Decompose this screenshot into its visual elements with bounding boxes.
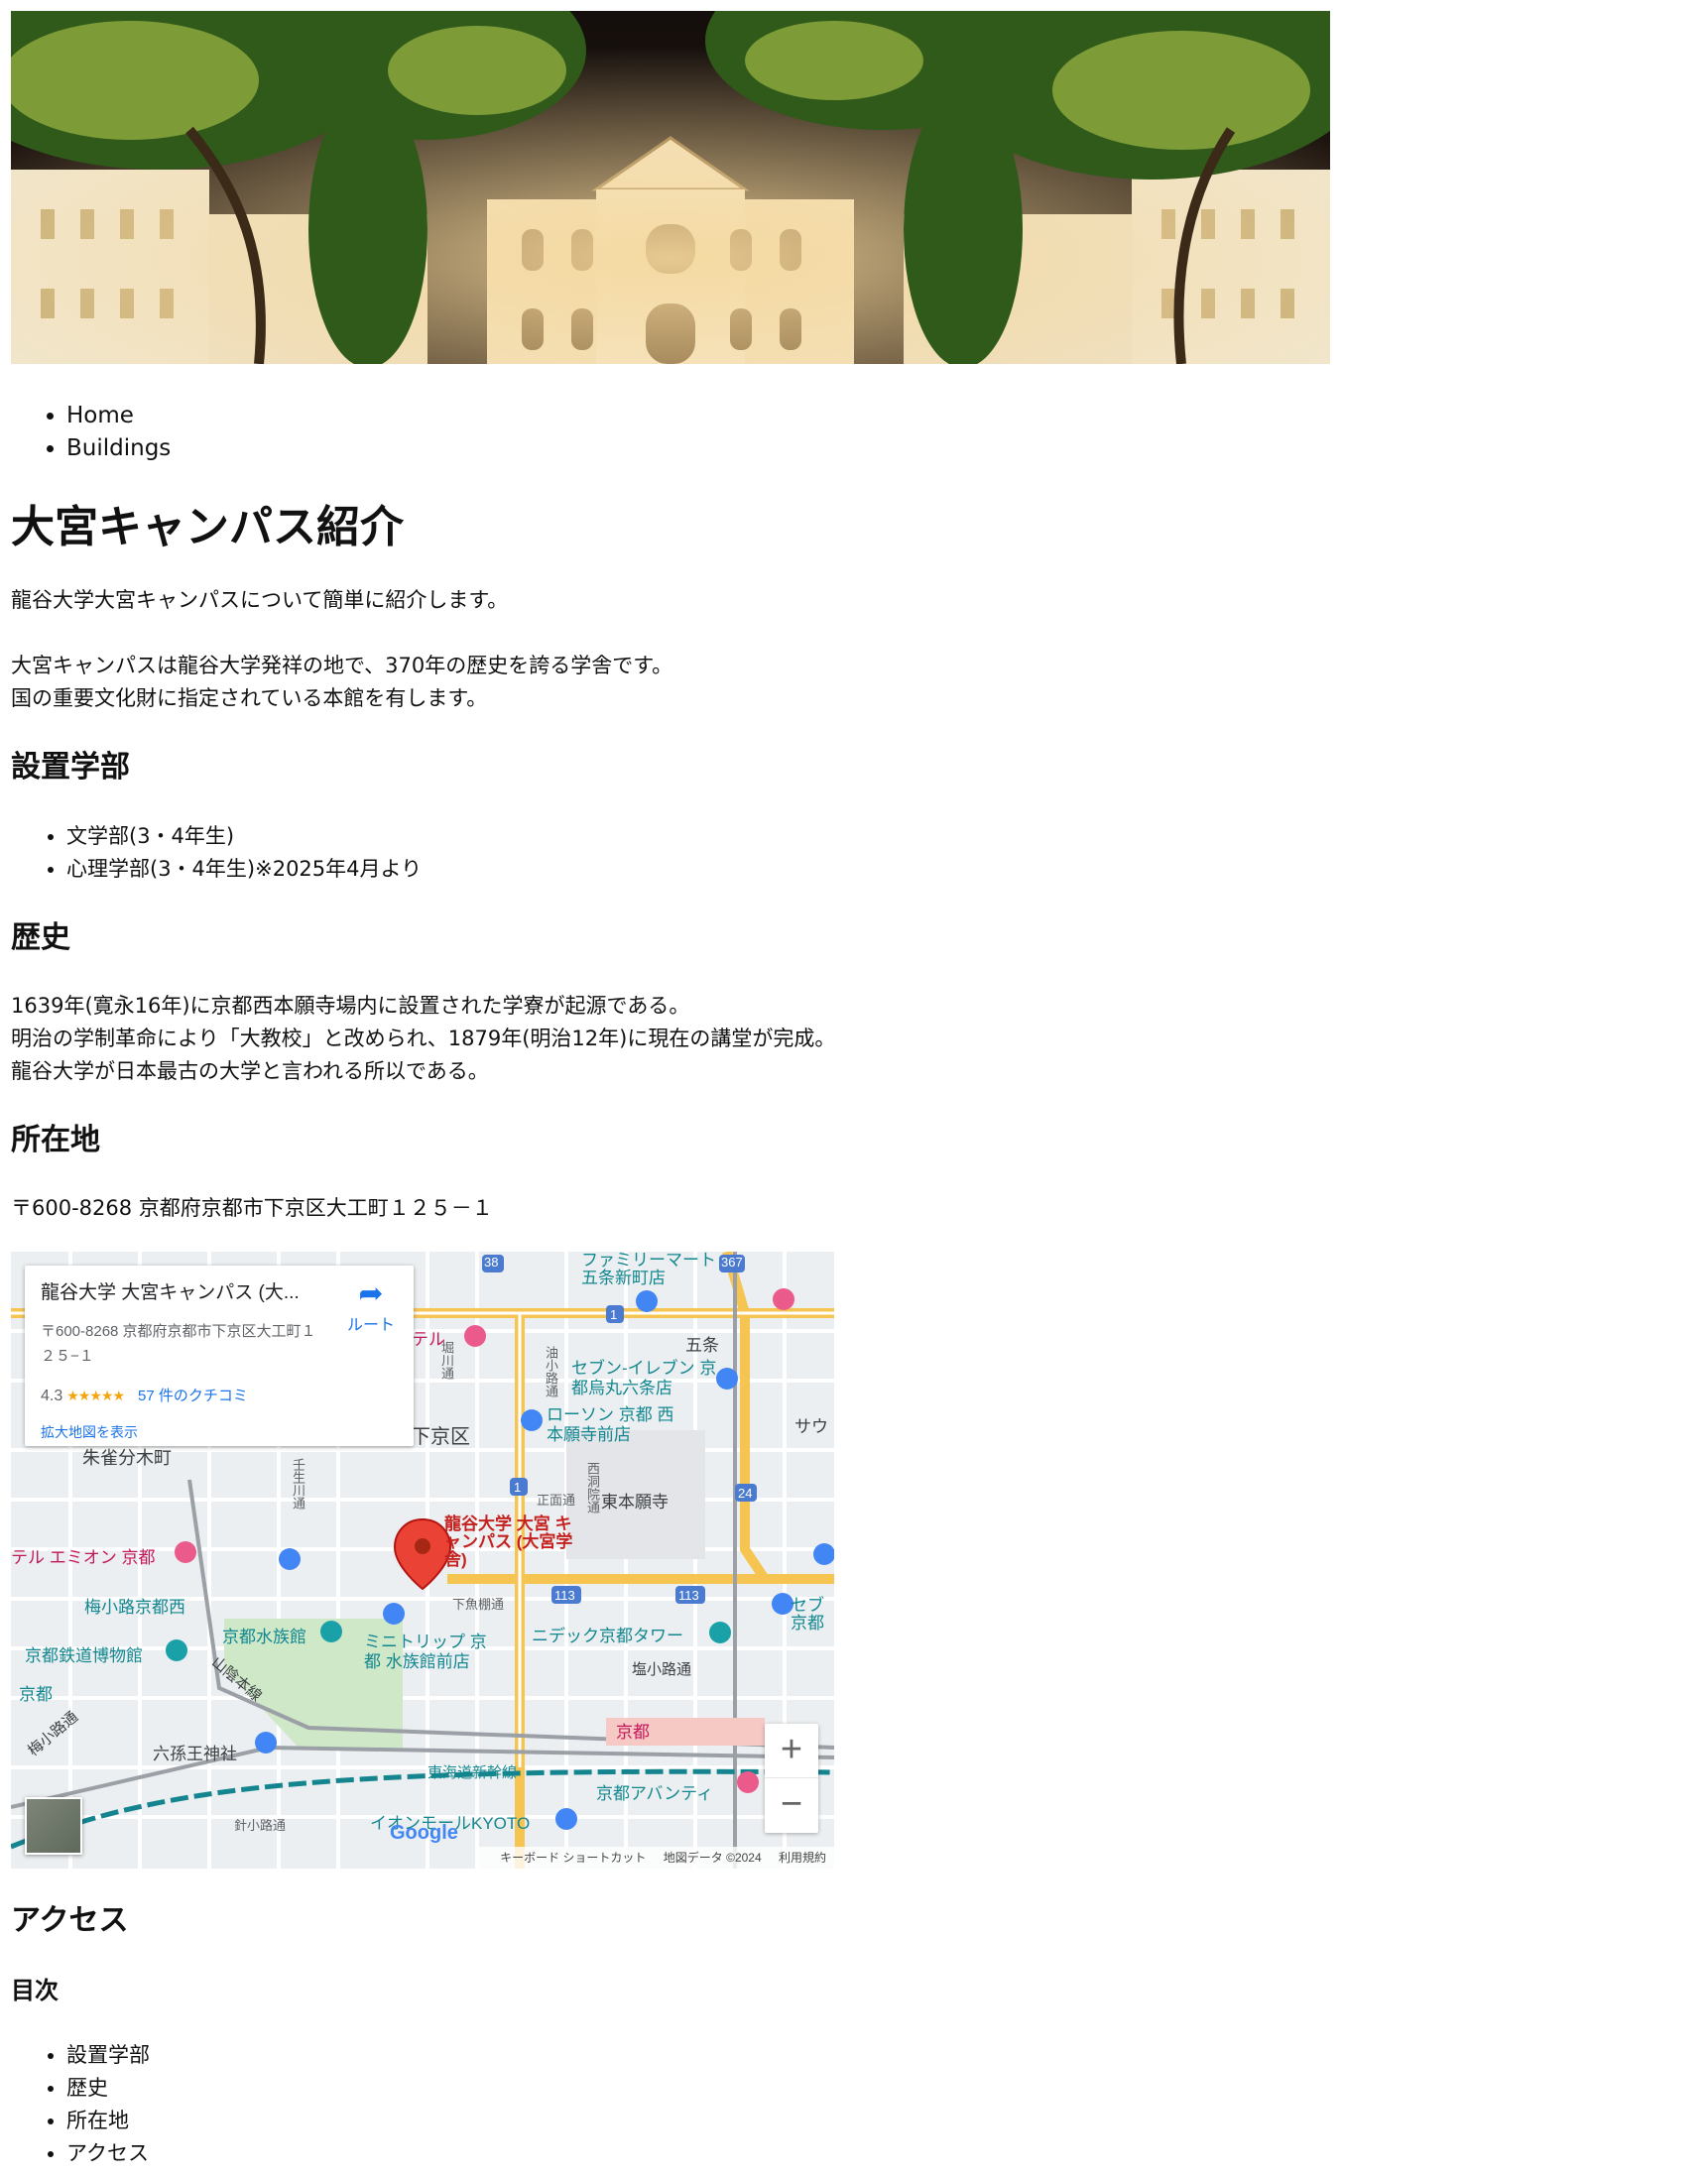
history-line: 明治の学制革命により「大教校」と改められ、1879年(明治12年)に現在の講堂が… xyxy=(11,1027,836,1050)
toc-item[interactable]: 所在地 xyxy=(66,2105,1697,2137)
location-heading: 所在地 xyxy=(11,1123,100,1157)
toc-link[interactable]: 所在地 xyxy=(66,2109,129,2132)
map-label: 京都 xyxy=(616,1723,650,1742)
map-label: 下京区 xyxy=(411,1426,470,1448)
map-label: ローソン 京都 西本願寺前店 xyxy=(547,1405,674,1444)
map-label: 針小路通 xyxy=(234,1818,287,1833)
map-label: 京都鉄道博物館 xyxy=(25,1646,143,1665)
intro-line: 国の重要文化財に指定されている本館を有します。 xyxy=(11,686,488,710)
toc-link[interactable]: 歴史 xyxy=(66,2076,108,2100)
map-label: 梅小路京都西 xyxy=(84,1598,185,1617)
toc-heading: 目次 xyxy=(11,1977,59,2004)
access-heading: アクセス xyxy=(11,1903,129,1938)
hero-image xyxy=(11,11,1330,364)
map-label: 塩小路通 xyxy=(632,1661,692,1678)
map-data-credit: 地図データ ©2024 xyxy=(663,1851,762,1865)
place-name: 龍谷大学 大宮キャンパス (大... xyxy=(41,1282,300,1303)
directions-icon: ➦ xyxy=(358,1277,384,1310)
route-label: ルート xyxy=(346,1317,395,1334)
history-line: 1639年(寛永16年)に京都西本願寺場内に設置された学寮が起源である。 xyxy=(11,994,690,1018)
map-label: 東本願寺 xyxy=(601,1493,669,1512)
toc-item[interactable]: アクセス xyxy=(66,2137,1697,2170)
map-label: 京都 xyxy=(19,1685,53,1704)
zoom-in-button[interactable]: + xyxy=(765,1724,818,1777)
route-shield-label: 113 xyxy=(678,1588,699,1603)
satellite-toggle[interactable] xyxy=(25,1797,82,1855)
intro-paragraph: 大宮キャンパスは龍谷大学発祥の地で、370年の歴史を誇る学舎です。 国の重要文化… xyxy=(11,650,1697,715)
map-label: 堀川通 xyxy=(439,1341,454,1380)
map-pin-label: 龍谷大学 大宮 キャンパス (大宮学舎) xyxy=(444,1514,573,1569)
route-shield-label: 38 xyxy=(484,1255,499,1270)
toc-item[interactable]: 歴史 xyxy=(66,2072,1697,2105)
faculties-heading: 設置学部 xyxy=(11,750,130,785)
toc-link[interactable]: アクセス xyxy=(66,2141,149,2165)
address-text: 〒600-8268 京都府京都市下京区大工町１２５－１ xyxy=(11,1196,493,1220)
breadcrumb-item[interactable]: Home xyxy=(66,400,1697,432)
breadcrumb: Home Buildings xyxy=(11,400,1697,465)
terms-link[interactable]: 利用規約 xyxy=(779,1851,826,1865)
enlarge-map-link[interactable]: 拡大地図を表示 xyxy=(41,1422,138,1442)
map-label: ミニトリップ 京都 水族館前店 xyxy=(364,1633,487,1671)
toc-list: 設置学部 歴史 所在地 アクセス xyxy=(11,2039,1697,2170)
toc-link[interactable]: 設置学部 xyxy=(66,2043,150,2067)
route-shield-label: 24 xyxy=(738,1486,753,1501)
map-info-card: 龍谷大学 大宮キャンパス (大... 〒600-8268 京都府京都市下京区大工… xyxy=(25,1266,414,1446)
zoom-out-button[interactable]: − xyxy=(765,1777,818,1832)
reviews-link[interactable]: 57 件のクチコミ xyxy=(138,1388,248,1404)
map-label: テル エミオン 京都 xyxy=(11,1548,156,1567)
map-label: サウ xyxy=(794,1417,828,1436)
breadcrumb-link-home[interactable]: Home xyxy=(66,403,134,428)
map-label: 下魚棚通 xyxy=(452,1597,505,1612)
map-label: 朱雀分木町 xyxy=(82,1448,172,1468)
map-label: 京都水族館 xyxy=(222,1628,306,1646)
route-button[interactable]: ➦ ルート xyxy=(336,1277,406,1335)
rating-value: 4.3 xyxy=(41,1388,63,1404)
map-label: ニデック京都タワー xyxy=(532,1627,683,1645)
zoom-control: + − xyxy=(765,1724,818,1833)
breadcrumb-link-buildings[interactable]: Buildings xyxy=(66,435,171,461)
map-label: 壬生川通 xyxy=(291,1458,305,1510)
place-rating: 4.3 ★★★★★ 57 件のクチコミ xyxy=(41,1385,248,1405)
map-label: セブ 京都 xyxy=(791,1596,824,1633)
intro-line: 大宮キャンパスは龍谷大学発祥の地で、370年の歴史を誇る学舎です。 xyxy=(11,654,673,677)
list-item: 心理学部(3・4年生)※2025年4月より xyxy=(66,853,1697,886)
map-attribution: キーボード ショートカット 地図データ ©2024 利用規約 xyxy=(478,1847,834,1869)
map-label: 五条 xyxy=(685,1336,719,1355)
google-logo: Google xyxy=(390,1822,458,1844)
faculties-list: 文学部(3・4年生) 心理学部(3・4年生)※2025年4月より xyxy=(11,820,1697,886)
toc-item[interactable]: 設置学部 xyxy=(66,2039,1697,2072)
route-shield-label: 113 xyxy=(554,1588,575,1603)
route-shield-label: 1 xyxy=(610,1307,618,1322)
map-label: 六孫王神社 xyxy=(153,1745,237,1763)
route-shield-label: 1 xyxy=(514,1480,522,1495)
map-label: 西洞院通 xyxy=(585,1462,600,1513)
map-label: 京都アバンティ xyxy=(596,1784,714,1803)
history-line: 龍谷大学が日本最古の大学と言われる所以である。 xyxy=(11,1059,489,1083)
map-label: 東海道新幹線 xyxy=(427,1764,518,1781)
keyboard-shortcuts-link[interactable]: キーボード ショートカット xyxy=(500,1851,646,1865)
history-paragraph: 1639年(寛永16年)に京都西本願寺場内に設置された学寮が起源である。 明治の… xyxy=(11,990,1697,1088)
lead-text: 龍谷大学大宮キャンパスについて簡単に紹介します。 xyxy=(11,588,509,612)
list-item: 文学部(3・4年生) xyxy=(66,820,1697,853)
place-address: 〒600-8268 京都府京都市下京区大工町１２５−１ xyxy=(41,1323,316,1365)
breadcrumb-item[interactable]: Buildings xyxy=(66,432,1697,465)
page-title: 大宮キャンパス紹介 xyxy=(11,502,404,552)
history-heading: 歴史 xyxy=(11,920,70,955)
map-label: ファミリーマート 五条新町店 xyxy=(581,1252,716,1287)
rating-stars-icon: ★★★★★ xyxy=(66,1388,125,1403)
map-label: 油小路通 xyxy=(544,1346,558,1397)
map-label: セブン-イレブン 京都烏丸六条店 xyxy=(571,1359,717,1397)
map-label: 正面通 xyxy=(537,1493,576,1508)
embedded-map[interactable]: 38 367 1 1 24 113 113 ファミリーマート 五条新町店 五条 … xyxy=(11,1252,834,1869)
